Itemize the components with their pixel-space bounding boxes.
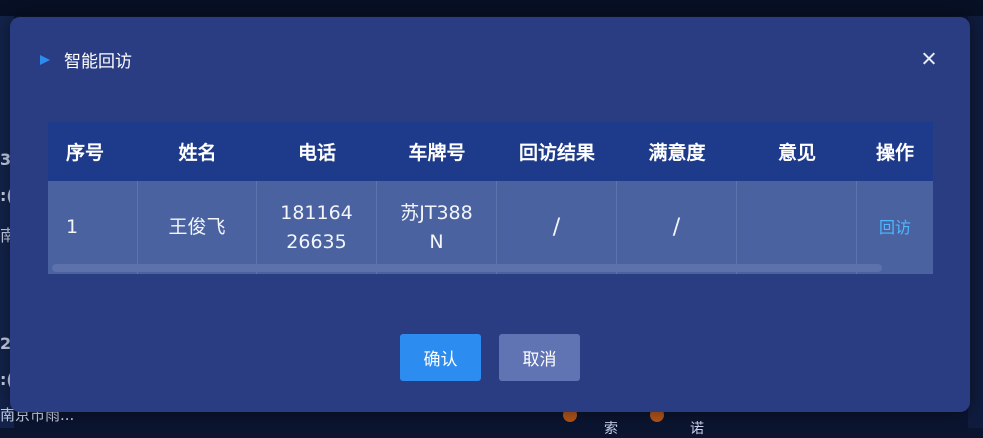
background-right-panel (968, 16, 983, 428)
cell-plate-line: N (429, 230, 444, 253)
cell-phone-line: 26635 (286, 230, 347, 253)
column-header-name: 姓名 (178, 142, 217, 164)
table-header: 序号 姓名 电话 车牌号 回访结果 满意度 意见 操作 (48, 122, 933, 181)
callback-table: 序号 姓名 电话 车牌号 回访结果 满意度 意见 操作 1 王俊飞 181164… (48, 122, 933, 274)
column-header-result: 回访结果 (518, 142, 595, 164)
background-text: 诺 (690, 421, 704, 437)
cell-plate-line: 苏JT388 (400, 201, 473, 224)
column-header-opinion: 意见 (777, 142, 816, 164)
cell-action: 回访 (857, 181, 933, 274)
cell-index: 1 (48, 181, 138, 274)
dialog-header: 智能回访 (40, 47, 132, 72)
cell-opinion (737, 181, 857, 274)
horizontal-scrollbar[interactable] (52, 264, 882, 272)
confirm-button[interactable]: 确认 (400, 334, 481, 381)
column-header-satisfaction: 满意度 (648, 142, 706, 164)
dialog-title: 智能回访 (64, 52, 132, 72)
smart-callback-dialog: 智能回访 序号 姓名 电话 车牌号 回访结果 满意度 意见 操作 1 王俊飞 1… (10, 17, 970, 412)
cell-result: / (497, 181, 617, 274)
cell-plate: 苏JT388 N (377, 181, 497, 274)
close-icon[interactable] (919, 49, 939, 69)
cell-phone: 181164 26635 (257, 181, 377, 274)
column-header-plate: 车牌号 (408, 142, 466, 164)
arrow-right-icon (40, 54, 50, 65)
cancel-button[interactable]: 取消 (499, 334, 580, 381)
background-top-bar (0, 0, 983, 16)
cell-satisfaction: / (617, 181, 737, 274)
background-text: 索 (604, 421, 618, 437)
callback-link[interactable]: 回访 (879, 213, 911, 242)
column-header-index: 序号 (66, 142, 105, 164)
cell-phone-line: 181164 (280, 201, 353, 224)
cell-name: 王俊飞 (138, 181, 257, 274)
table-row: 1 王俊飞 181164 26635 苏JT388 N / / 回访 (48, 181, 933, 274)
column-header-action: 操作 (875, 142, 914, 164)
column-header-phone: 电话 (297, 142, 336, 164)
